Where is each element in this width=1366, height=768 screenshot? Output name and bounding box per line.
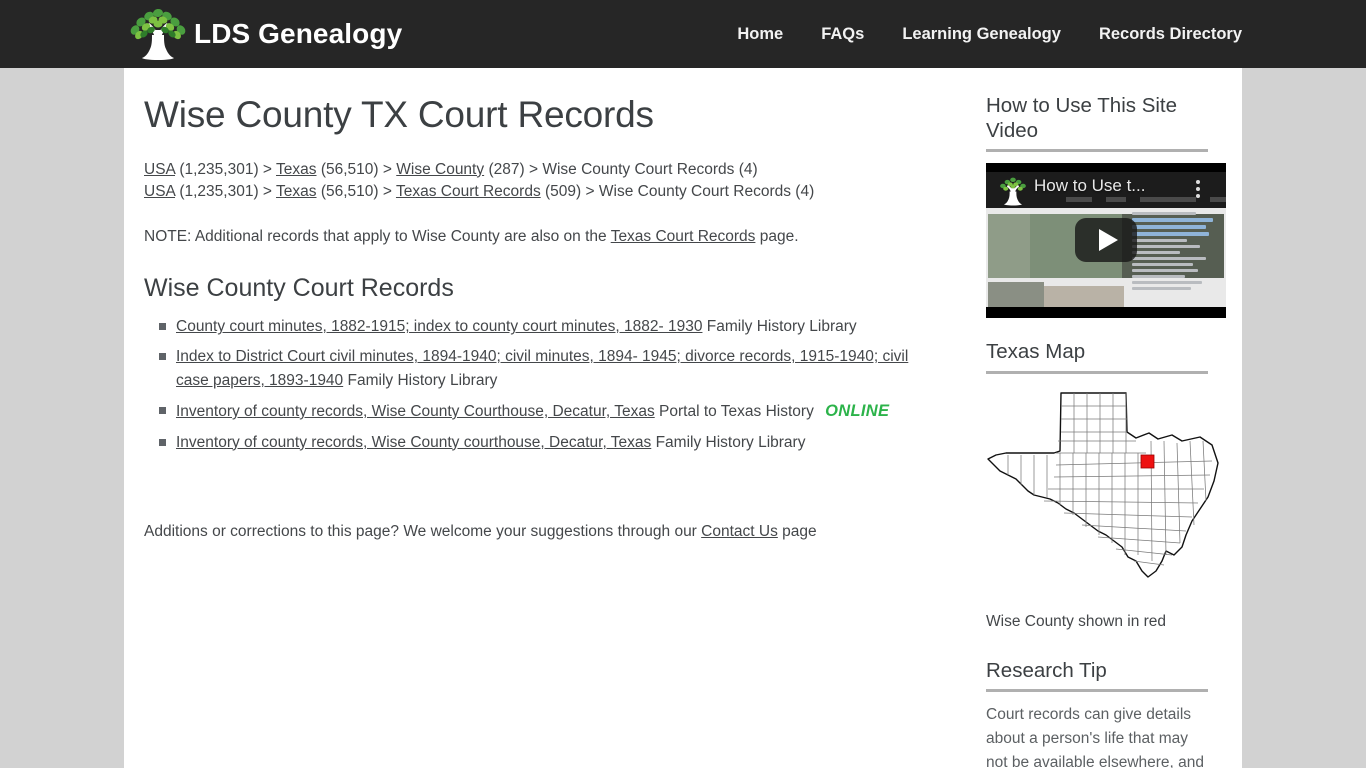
breadcrumb-count-wise-county: (287): [488, 160, 525, 178]
thumb-photo: [1044, 286, 1124, 308]
record-title-link[interactable]: County court minutes, 1882-1915; index t…: [176, 318, 702, 335]
note-suffix: page.: [755, 228, 799, 246]
record-source: Family History Library: [656, 434, 806, 451]
page-title: Wise County TX Court Records: [144, 94, 654, 135]
nav-item-faqs[interactable]: FAQs: [821, 25, 864, 44]
thumb-photo: [988, 282, 1044, 308]
divider: [986, 689, 1208, 693]
thumb-site-header: How to Use t...: [986, 172, 1226, 209]
breadcrumb-count-texas: (56,510): [320, 160, 379, 178]
breadcrumb-link-usa[interactable]: USA: [144, 183, 175, 200]
sidebar-heading-map: Texas Map: [986, 340, 1086, 364]
divider: [986, 370, 1208, 374]
video-player[interactable]: How to Use t...: [986, 163, 1226, 319]
nav-item-home[interactable]: Home: [737, 25, 783, 44]
record-title-link[interactable]: Inventory of county records, Wise County…: [176, 434, 651, 451]
record-title-link[interactable]: Index to District Court civil minutes, 1…: [176, 348, 908, 389]
record-list-item: Inventory of county records, Wise County…: [144, 399, 944, 424]
breadcrumb-link-texas[interactable]: Texas: [276, 183, 317, 200]
video-thumbnail: How to Use t...: [986, 172, 1226, 308]
breadcrumb-link-texas-court-records[interactable]: Texas Court Records: [396, 183, 541, 200]
record-source-label: Family History Library: [347, 371, 498, 389]
content-container: Wise County TX Court Records USA (1,235,…: [124, 68, 1242, 768]
online-badge: ONLINE: [825, 402, 890, 420]
breadcrumb-current: Wise County Court Records (4): [542, 160, 758, 178]
breadcrumb-separator: >: [382, 160, 392, 178]
breadcrumb-count-usa: (1,235,301): [179, 160, 259, 178]
nav-item-learning-genealogy[interactable]: Learning Genealogy: [902, 25, 1061, 44]
wise-county-highlight: [1140, 454, 1155, 469]
nav-item-records-directory[interactable]: Records Directory: [1099, 25, 1242, 44]
sidebar-heading-research-tip: Research Tip: [986, 658, 1107, 682]
suggestions-suffix: page: [777, 523, 817, 541]
records-list: County court minutes, 1882-1915; index t…: [144, 315, 944, 454]
site-header: LDS Genealogy Home FAQs Learning Genealo…: [0, 0, 1366, 68]
record-list-item: Index to District Court civil minutes, 1…: [144, 345, 944, 392]
breadcrumb-count-usa: (1,235,301): [179, 183, 259, 201]
thumb-nav-stubs: [1066, 197, 1226, 203]
breadcrumb-separator: >: [262, 160, 272, 178]
record-title-link[interactable]: Inventory of county records, Wise County…: [176, 403, 655, 420]
suggestions-prefix: Additions or corrections to this page? W…: [144, 523, 702, 541]
record-source: Family History Library: [348, 372, 498, 389]
record-source: Portal to Texas History: [659, 403, 814, 420]
breadcrumb-link-texas[interactable]: Texas: [276, 161, 317, 178]
breadcrumb-link-usa[interactable]: USA: [144, 161, 175, 178]
sidebar-map-block: Texas Map Wise County shown in red: [986, 340, 1219, 631]
sidebar: How to Use This Site Video How to Use t.…: [964, 68, 1242, 768]
play-triangle: [1098, 228, 1118, 251]
record-list-item: County court minutes, 1882-1915; index t…: [144, 315, 944, 339]
record-source-label: Portal to Texas History: [659, 403, 814, 420]
record-source-label: Family History Library: [706, 318, 857, 336]
breadcrumb-row-county: USA (1,235,301) > Texas (56,510) > Wise …: [144, 159, 944, 182]
divider: [986, 149, 1208, 153]
note-prefix: NOTE: Additional records that apply to W…: [144, 228, 611, 246]
tree-logo-icon: [124, 8, 192, 60]
breadcrumb-count-texas: (56,510): [320, 183, 379, 201]
brand-name: LDS Genealogy: [194, 18, 403, 49]
record-source-label: Family History Library: [655, 433, 806, 451]
thumb-text-column: [1132, 212, 1224, 293]
breadcrumb-current: Wise County Court Records (4): [598, 183, 815, 201]
sidebar-heading-video: How to Use This Site Video: [986, 94, 1178, 142]
sidebar-research-tip-block: Research Tip Court records can give deta…: [986, 659, 1208, 768]
record-list-item: Inventory of county records, Wise County…: [144, 431, 944, 455]
contact-us-link[interactable]: Contact Us: [701, 523, 778, 540]
map-caption: Wise County shown in red: [986, 612, 1167, 630]
main-navigation: Home FAQs Learning Genealogy Records Dir…: [737, 25, 1242, 44]
note-link-texas-court-records[interactable]: Texas Court Records: [611, 228, 756, 245]
play-button-icon[interactable]: [1075, 217, 1137, 262]
research-tip-text: Court records can give details about a p…: [986, 706, 1205, 768]
breadcrumb: USA (1,235,301) > Texas (56,510) > Wise …: [144, 159, 944, 205]
breadcrumb-separator: >: [528, 160, 538, 178]
page-background: Wise County TX Court Records USA (1,235,…: [0, 68, 1366, 768]
suggestions-note: Additions or corrections to this page? W…: [144, 520, 944, 543]
breadcrumb-separator: >: [382, 183, 392, 201]
breadcrumb-count-texas-court-records: (509): [545, 183, 582, 201]
section-heading: Wise County Court Records: [144, 274, 454, 303]
breadcrumb-row-court-records: USA (1,235,301) > Texas (56,510) > Texas…: [144, 181, 944, 204]
brand-logo-link[interactable]: LDS Genealogy: [124, 0, 402, 68]
sidebar-video-block: How to Use This Site Video How to Use t.…: [986, 94, 1226, 319]
breadcrumb-separator: >: [585, 183, 595, 201]
breadcrumb-link-wise-county[interactable]: Wise County: [396, 161, 484, 178]
main-content: Wise County TX Court Records USA (1,235,…: [124, 68, 964, 768]
record-source: Family History Library: [707, 318, 857, 335]
note-text: NOTE: Additional records that apply to W…: [144, 225, 944, 248]
breadcrumb-separator: >: [262, 183, 272, 201]
video-title: How to Use t...: [1034, 176, 1146, 196]
texas-county-map: [986, 385, 1219, 605]
